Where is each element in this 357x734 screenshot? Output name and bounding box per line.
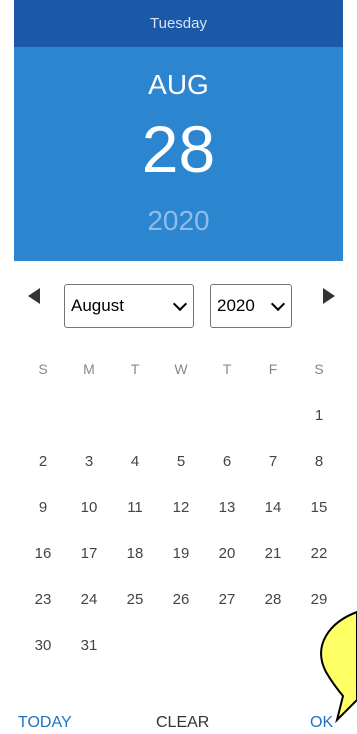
header-year[interactable]: 2020 [14,205,343,237]
header-month[interactable]: AUG [14,69,343,101]
day-cell[interactable]: 12 [158,484,204,530]
empty-day-cell [250,622,296,668]
day-cell[interactable]: 23 [20,576,66,622]
chevron-down-icon [172,296,188,312]
day-cell[interactable]: 2 [20,438,66,484]
weekday-header: Tuesday [14,0,343,47]
clear-button[interactable]: CLEAR [156,714,209,732]
empty-day-cell [158,392,204,438]
next-month-arrow-icon[interactable] [323,288,335,304]
day-cell[interactable]: 28 [250,576,296,622]
day-cell[interactable]: 10 [66,484,112,530]
empty-day-cell [250,392,296,438]
day-cell[interactable]: 27 [204,576,250,622]
weekday-label: M [83,361,95,377]
day-cell[interactable]: 17 [66,530,112,576]
empty-day-cell [204,392,250,438]
day-cell[interactable]: 3 [66,438,112,484]
day-cell[interactable]: 16 [20,530,66,576]
day-cell[interactable]: 26 [158,576,204,622]
year-select-value: 2020 [217,296,255,315]
day-cell[interactable]: 21 [250,530,296,576]
day-cell[interactable]: 5 [158,438,204,484]
empty-day-cell [112,392,158,438]
day-cell[interactable]: 4 [112,438,158,484]
empty-day-cell [66,392,112,438]
day-cell[interactable]: 22 [296,530,342,576]
day-cell[interactable]: 20 [204,530,250,576]
weekday-label: T [130,361,140,377]
day-cell[interactable]: 18 [112,530,158,576]
day-cell[interactable]: 25 [112,576,158,622]
picker-footer: TODAY CLEAR OK [14,700,343,734]
day-cell[interactable]: 8 [296,438,342,484]
month-select-value: August [71,296,124,315]
empty-day-cell [112,622,158,668]
day-cell[interactable]: 30 [20,622,66,668]
empty-day-cell [296,622,342,668]
day-cell[interactable]: 13 [204,484,250,530]
day-cell[interactable]: 14 [250,484,296,530]
weekday-label: T [222,361,232,377]
header-date[interactable]: 28 [14,113,343,185]
ok-button[interactable]: OK [310,714,333,732]
day-cell[interactable]: 6 [204,438,250,484]
day-cell[interactable]: 19 [158,530,204,576]
weekday-label: W [174,361,188,377]
month-select[interactable]: August [64,284,194,328]
day-cell[interactable]: 7 [250,438,296,484]
day-cell[interactable]: 1 [296,392,342,438]
selected-date-header: AUG 28 2020 [14,47,343,261]
day-cell[interactable]: 11 [112,484,158,530]
today-button[interactable]: TODAY [18,714,72,732]
chevron-down-icon [270,296,286,312]
empty-day-cell [158,622,204,668]
day-cell[interactable]: 24 [66,576,112,622]
day-cell[interactable]: 29 [296,576,342,622]
weekday-label: S [38,361,48,377]
prev-month-arrow-icon[interactable] [28,288,40,304]
day-cell[interactable]: 15 [296,484,342,530]
weekday-label: F [268,361,278,377]
month-navigation: August 2020 [14,280,343,332]
day-cell[interactable]: 31 [66,622,112,668]
calendar-grid: S M T W T F S 1 2 3 4 5 6 7 8 9 10 11 12 13 14 15 16 17 18 19 20 21… [20,346,342,668]
empty-day-cell [204,622,250,668]
day-cell[interactable]: 9 [20,484,66,530]
date-picker: Tuesday AUG 28 2020 August 2020 SMTWTFS1… [14,0,343,734]
year-select[interactable]: 2020 [210,284,292,328]
weekday-label: S [314,361,324,377]
empty-day-cell [20,392,66,438]
